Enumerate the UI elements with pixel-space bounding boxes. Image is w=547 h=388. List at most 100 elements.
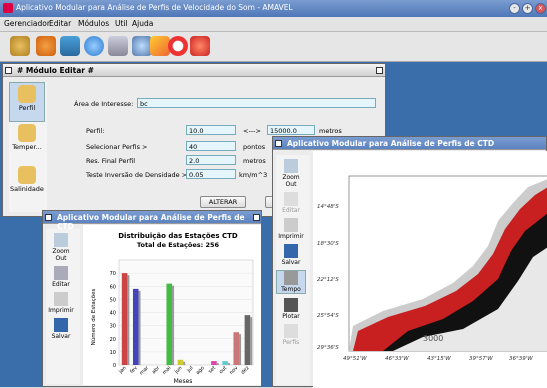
lat-label: 25°54'S bbox=[317, 313, 339, 319]
tool-label: Plotar bbox=[282, 313, 300, 320]
tool-label: Imprimir bbox=[278, 233, 304, 240]
lifebuoy-icon[interactable] bbox=[168, 36, 188, 56]
bar-fev bbox=[132, 288, 139, 365]
plotar-button[interactable]: Plotar bbox=[276, 298, 306, 320]
tool-label: Perfis bbox=[282, 339, 300, 346]
bar-shadow bbox=[138, 290, 141, 365]
resolucao-unit: metros bbox=[243, 157, 266, 165]
window-menu-icon[interactable] bbox=[5, 67, 12, 74]
app-icon bbox=[3, 3, 13, 13]
wrench-icon[interactable] bbox=[10, 36, 30, 56]
menu-bar: Gerenciador Editar Módulos Util Ajuda bbox=[0, 17, 547, 32]
sidebar-item-salinidade[interactable]: Salinidade bbox=[9, 166, 45, 206]
monitor-icon[interactable] bbox=[108, 36, 128, 56]
profile-icon bbox=[284, 324, 298, 338]
sidebar-item-label: Temper... bbox=[12, 143, 42, 151]
lon-label: 49°51'W bbox=[343, 356, 367, 362]
teste-input[interactable]: 0.05 bbox=[186, 169, 236, 179]
salvar-button[interactable]: Salvar bbox=[276, 244, 306, 266]
bar-jan bbox=[121, 273, 128, 365]
tool-label: Editar bbox=[52, 281, 70, 288]
wrench-icon bbox=[18, 124, 36, 142]
chart-titlebar[interactable]: Aplicativo Modular para Análise de Perfi… bbox=[43, 211, 261, 231]
wrench-icon bbox=[18, 85, 36, 103]
pencil-icon[interactable] bbox=[150, 36, 170, 56]
zoom-out-button[interactable]: Zoom Out bbox=[276, 159, 306, 188]
selecionar-input[interactable]: 40 bbox=[186, 141, 236, 151]
close-icon[interactable]: x bbox=[535, 3, 546, 14]
salvar-button[interactable]: Salvar bbox=[46, 318, 76, 340]
area-input[interactable]: bc bbox=[137, 98, 376, 108]
chart-close-icon[interactable] bbox=[253, 214, 260, 221]
search-icon[interactable] bbox=[132, 36, 152, 56]
perfil-label: Perfil: bbox=[86, 127, 105, 135]
teste-unit: km/m^3 bbox=[239, 171, 268, 179]
refresh-icon[interactable] bbox=[36, 36, 56, 56]
map-toolbar: Zoom Out Editar Imprimir Salvar Tempo Pl… bbox=[276, 155, 310, 385]
imprimir-button[interactable]: Imprimir bbox=[46, 292, 76, 314]
tool-label: Tempo bbox=[281, 286, 301, 293]
plot-area: 010203040506070jan fev mar abr mai jun jul ago s… bbox=[110, 259, 254, 376]
bar-shadow bbox=[183, 361, 186, 365]
area-label: Área de Interesse: bbox=[74, 100, 134, 108]
selecionar-label: Selecionar Perfis > bbox=[86, 143, 148, 151]
chart-subtitle: Total de Estações: 256 bbox=[137, 241, 220, 249]
lat-label: 18°30'S bbox=[317, 241, 339, 247]
x-axis-label: Meses bbox=[174, 378, 193, 385]
zoom-out-icon bbox=[284, 159, 298, 173]
y-tick-label: 10 bbox=[110, 350, 116, 356]
menu-gerenciador[interactable]: Gerenciador bbox=[4, 19, 50, 28]
alterar-button[interactable]: ALTERAR bbox=[200, 196, 246, 208]
tool-label: Editar bbox=[282, 207, 300, 214]
selecionar-unit: pontos bbox=[243, 143, 266, 151]
screen-icon[interactable] bbox=[60, 36, 80, 56]
teste-label: Teste Inversão de Densidade > bbox=[86, 171, 188, 179]
bar-nov bbox=[233, 332, 240, 365]
y-tick-label: 20 bbox=[110, 337, 116, 343]
menu-util[interactable]: Util bbox=[115, 19, 128, 28]
window-menu-icon[interactable] bbox=[45, 214, 52, 221]
tempo-button[interactable]: Tempo bbox=[276, 270, 306, 294]
bar-mai bbox=[166, 283, 173, 365]
disc-icon[interactable] bbox=[84, 36, 104, 56]
perfil-from-input[interactable]: 10.0 bbox=[186, 125, 236, 135]
perfis-button[interactable]: Perfis bbox=[276, 324, 306, 346]
minimize-icon[interactable]: - bbox=[509, 3, 520, 14]
lon-label: 43°15'W bbox=[427, 356, 451, 362]
sidebar-item-temperatura[interactable]: Temper... bbox=[9, 124, 45, 164]
save-icon bbox=[284, 244, 298, 258]
window-menu-icon[interactable] bbox=[275, 140, 282, 147]
chart-window: Aplicativo Modular para Análise de Perfi… bbox=[42, 210, 262, 387]
wrench-icon bbox=[18, 166, 36, 184]
lon-label: 39°57'W bbox=[469, 356, 493, 362]
tool-label: Zoom Out bbox=[52, 248, 70, 262]
editor-close-icon[interactable] bbox=[376, 67, 383, 74]
map-titlebar[interactable]: Aplicativo Modular para Análise de Perfi… bbox=[273, 137, 546, 150]
bar-shadow bbox=[227, 363, 230, 365]
bar-shadow bbox=[250, 317, 253, 365]
maximize-icon[interactable]: + bbox=[522, 3, 533, 14]
perfil-to-input[interactable]: 15000.0 bbox=[267, 125, 315, 135]
sidebar-item-perfil[interactable]: Perfil bbox=[9, 82, 45, 122]
plot-icon bbox=[284, 298, 298, 312]
zoom-out-button[interactable]: Zoom Out bbox=[46, 233, 76, 262]
power-icon[interactable] bbox=[190, 36, 210, 56]
menu-modulos[interactable]: Módulos bbox=[78, 19, 109, 28]
bar-shadow bbox=[216, 363, 219, 365]
menu-ajuda[interactable]: Ajuda bbox=[132, 19, 153, 28]
editor-sidebar: Perfil Temper... Salinidade bbox=[9, 82, 47, 212]
window-titlebar[interactable]: Aplicativo Modular para Análise de Perfi… bbox=[0, 0, 547, 17]
y-tick-label: 60 bbox=[110, 284, 116, 290]
tool-label: Salvar bbox=[281, 259, 301, 266]
resolucao-input[interactable]: 2.0 bbox=[186, 155, 236, 165]
editar-button[interactable]: Editar bbox=[46, 266, 76, 288]
editor-titlebar[interactable]: # Módulo Editar # bbox=[3, 64, 385, 77]
bathymetry-map[interactable]: 3000 14°48'S 18°30'S 22°12'S 25°54'S 29°… bbox=[313, 151, 547, 388]
sidebar-item-label: Perfil bbox=[18, 104, 36, 112]
printer-icon bbox=[284, 218, 298, 232]
bar-jun bbox=[177, 359, 184, 365]
imprimir-button[interactable]: Imprimir bbox=[276, 218, 306, 240]
menu-editar[interactable]: Editar bbox=[49, 19, 71, 28]
y-axis-label: Número de Estações bbox=[90, 289, 97, 346]
editar-button[interactable]: Editar bbox=[276, 192, 306, 214]
